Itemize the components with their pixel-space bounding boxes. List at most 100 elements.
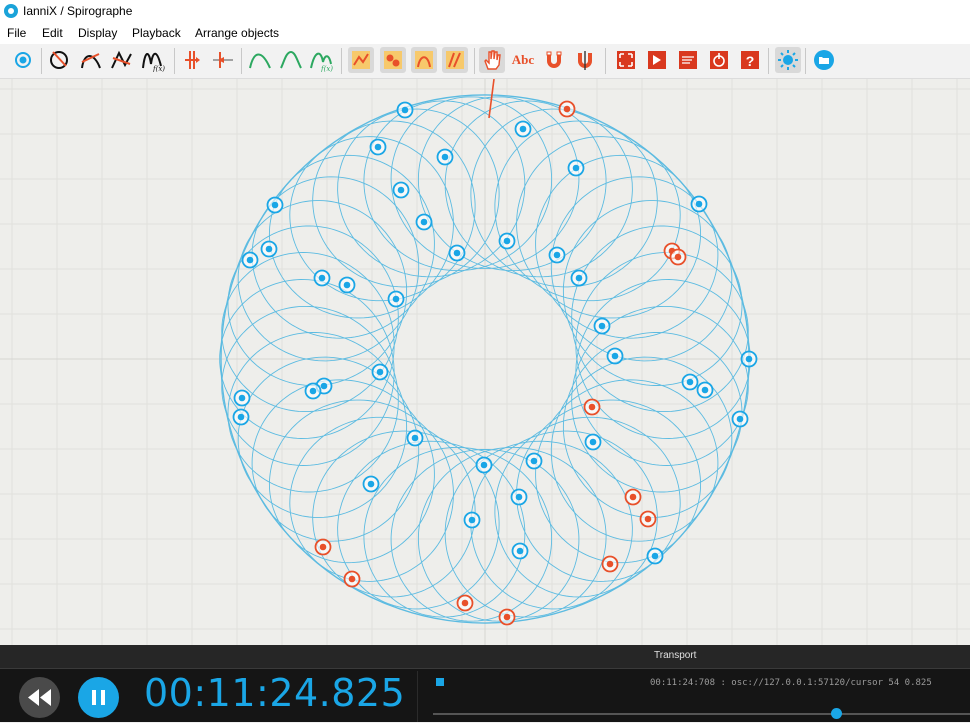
line-curve-tool-icon[interactable] [278,47,304,73]
timeline-slider-handle[interactable] [830,708,842,719]
trigger-blue[interactable] [731,410,749,428]
trigger-red[interactable] [343,570,361,588]
svg-text:?: ? [746,53,755,69]
transport-title: Transport [654,650,697,661]
smooth-curve-tool-icon[interactable] [247,47,273,73]
equation-curve-tool-icon[interactable]: f(x) [140,47,166,73]
axes [0,79,970,645]
function-curve-tool-icon[interactable]: f(x) [308,47,334,73]
menu-playback[interactable]: Playback [132,26,181,40]
snap-curve-tool-icon[interactable] [411,47,437,73]
trigger-blue[interactable] [369,138,387,156]
trigger-blue[interactable] [266,196,284,214]
magnet-tool-icon[interactable] [541,47,567,73]
trigger-blue[interactable] [392,181,410,199]
trigger-red[interactable] [456,594,474,612]
playback-cursor[interactable] [488,79,495,119]
trigger-blue[interactable] [567,159,585,177]
script-tool-icon[interactable] [675,47,701,73]
trigger-blue[interactable] [260,240,278,258]
score-canvas[interactable] [0,79,970,645]
trigger-red[interactable] [558,100,576,118]
folder-tool-icon[interactable] [811,47,837,73]
trigger-blue[interactable] [696,381,714,399]
transport-body: 00:11:24.825 00:11:24:708 : osc://127.0.… [0,669,970,722]
toolbar: f(x) f(x) Abc ? [0,44,970,79]
trigger-blue[interactable] [436,148,454,166]
trigger-blue[interactable] [593,317,611,335]
rewind-icon [28,689,51,706]
trigger-blue[interactable] [241,251,259,269]
trigger-red[interactable] [624,488,642,506]
trigger-blue[interactable] [681,373,699,391]
trigger-blue[interactable] [313,269,331,287]
trigger-blue[interactable] [371,363,389,381]
timeline-slider[interactable] [433,713,970,715]
cursor-tool-icon[interactable] [180,47,206,73]
trigger-red[interactable] [498,608,516,626]
toolbar-separator [41,48,42,74]
trigger-blue[interactable] [584,433,602,451]
score-canvas-svg [0,79,970,645]
polyline-curve-tool-icon[interactable] [109,47,135,73]
toolbar-separator [241,48,242,74]
trigger-blue[interactable] [525,452,543,470]
circle-curve-tool-icon[interactable] [47,47,73,73]
menu-display[interactable]: Display [78,26,117,40]
fit-view-tool-icon[interactable] [644,47,670,73]
magnet-cursor-tool-icon[interactable] [572,47,598,73]
trigger-blue[interactable] [510,488,528,506]
trigger-blue[interactable] [511,542,529,560]
timeline-cursor-tool-icon[interactable] [210,47,236,73]
trigger-blue[interactable] [646,547,664,565]
fullscreen-tool-icon[interactable] [613,47,639,73]
pause-icon [92,690,105,705]
rewind-button[interactable] [19,677,60,718]
snap-cursor-tool-icon[interactable] [442,47,468,73]
trigger-blue[interactable] [406,429,424,447]
trigger-blue[interactable] [233,389,251,407]
trigger-red[interactable] [601,555,619,573]
trigger-red[interactable] [314,538,332,556]
trigger-blue[interactable] [475,456,493,474]
trigger-blue[interactable] [570,269,588,287]
trigger-blue[interactable] [514,120,532,138]
toolbar-separator [768,48,769,74]
text-tool-icon[interactable]: Abc [510,47,536,73]
trigger-blue[interactable] [415,213,433,231]
app-logo-icon [4,4,18,18]
trigger-red[interactable] [669,248,687,266]
trigger-blue[interactable] [396,101,414,119]
trigger-blue[interactable] [740,350,758,368]
snap-objects-tool-icon[interactable] [380,47,406,73]
brightness-tool-icon[interactable] [775,47,801,73]
toolbar-separator [341,48,342,74]
settings-tool-icon[interactable] [706,47,732,73]
toolbar-separator [805,48,806,74]
title-bar: IanniX / Spirographe [0,0,970,23]
curve-tool-icon[interactable] [78,47,104,73]
menu-edit[interactable]: Edit [42,26,63,40]
svg-text:f(x): f(x) [320,65,333,72]
point-tool-icon[interactable] [10,47,36,73]
trigger-blue[interactable] [463,511,481,529]
menu-file[interactable]: File [7,26,26,40]
snap-grid-tool-icon[interactable] [348,47,374,73]
trigger-blue[interactable] [362,475,380,493]
trigger-red[interactable] [639,510,657,528]
trigger-blue[interactable] [690,195,708,213]
trigger-red[interactable] [583,398,601,416]
trigger-blue[interactable] [448,244,466,262]
pause-button[interactable] [78,677,119,718]
trigger-blue[interactable] [338,276,356,294]
trigger-blue[interactable] [498,232,516,250]
help-tool-icon[interactable]: ? [737,47,763,73]
trigger-blue[interactable] [606,347,624,365]
trigger-blue[interactable] [304,382,322,400]
trigger-blue[interactable] [232,408,250,426]
menu-arrange-objects[interactable]: Arrange objects [195,26,279,40]
trigger-blue[interactable] [548,246,566,264]
trigger-blue[interactable] [387,290,405,308]
hand-tool-icon[interactable] [479,47,505,73]
menu-bar: File Edit Display Playback Arrange objec… [0,23,970,44]
